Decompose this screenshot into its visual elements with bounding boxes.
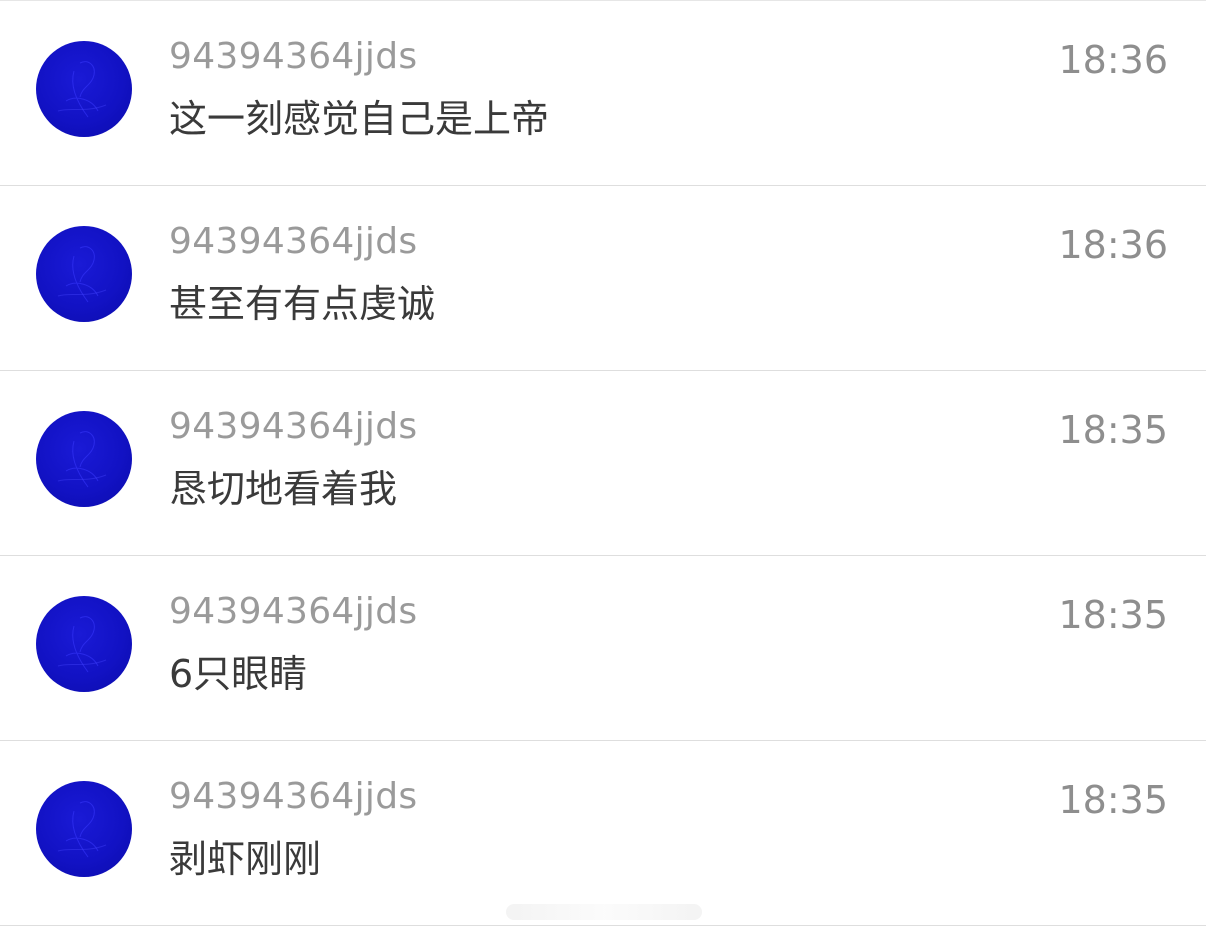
message-row[interactable]: 94394364jjds 剥虾刚刚 18:35 — [0, 741, 1206, 926]
message-text: 6只眼睛 — [169, 652, 308, 696]
sender-username: 94394364jjds — [169, 591, 418, 632]
message-text: 剥虾刚刚 — [169, 837, 322, 881]
message-row[interactable]: 94394364jjds 这一刻感觉自己是上帝 18:36 — [0, 1, 1206, 186]
sender-username: 94394364jjds — [169, 776, 418, 817]
message-time: 18:35 — [1058, 408, 1168, 452]
user-avatar-icon[interactable] — [36, 781, 132, 877]
user-avatar-icon[interactable] — [36, 411, 132, 507]
message-row[interactable]: 94394364jjds 甚至有有点虔诚 18:36 — [0, 186, 1206, 371]
message-row[interactable]: 94394364jjds 恳切地看着我 18:35 — [0, 371, 1206, 556]
user-avatar-icon[interactable] — [36, 226, 132, 322]
message-text: 甚至有有点虔诚 — [169, 282, 436, 326]
message-text: 这一刻感觉自己是上帝 — [169, 97, 550, 141]
message-time: 18:36 — [1058, 38, 1168, 82]
message-time: 18:35 — [1058, 778, 1168, 822]
user-avatar-icon[interactable] — [36, 596, 132, 692]
sender-username: 94394364jjds — [169, 36, 418, 77]
message-time: 18:36 — [1058, 223, 1168, 267]
message-time: 18:35 — [1058, 593, 1168, 637]
sender-username: 94394364jjds — [169, 221, 418, 262]
sender-username: 94394364jjds — [169, 406, 418, 447]
user-avatar-icon[interactable] — [36, 41, 132, 137]
message-text: 恳切地看着我 — [169, 467, 398, 511]
message-row[interactable]: 94394364jjds 6只眼睛 18:35 — [0, 556, 1206, 741]
message-list: 94394364jjds 这一刻感觉自己是上帝 18:36 94394364jj… — [0, 0, 1206, 926]
home-indicator — [506, 904, 702, 920]
